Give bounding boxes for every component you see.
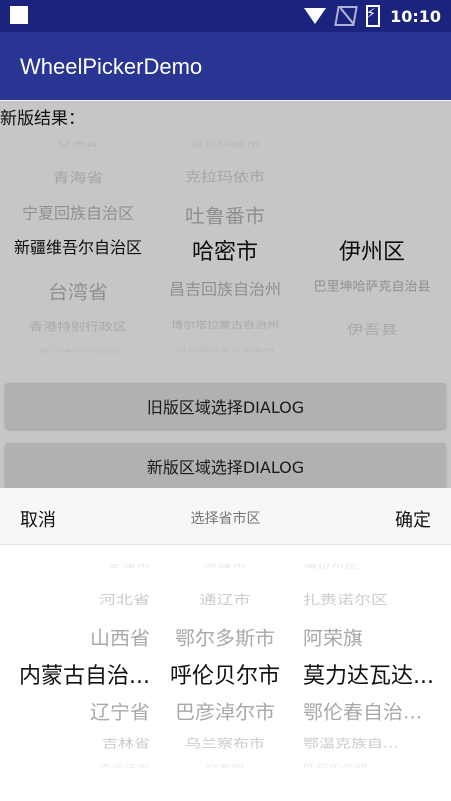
wheel-item[interactable]: 山西省: [4, 623, 150, 651]
new-region-picker[interactable]: 天津市河北省山西省内蒙古自治... 辽宁省吉林省黑龙江省 赤峰市通辽市鄂尔多斯市呼…: [0, 564, 451, 769]
wheel-item[interactable]: 天津市: [4, 563, 150, 570]
no-signal-icon: [334, 6, 358, 26]
wheel-item[interactable]: 陈巴尔虎旗: [303, 762, 449, 769]
app-title: WheelPickerDemo: [20, 54, 203, 79]
wheel-item[interactable]: 赤峰市: [160, 563, 290, 570]
wheel-item[interactable]: 黑龙江省: [4, 762, 150, 769]
new-district-wheel[interactable]: 海拉尔区扎赉诺尔区阿荣旗莫力达瓦达... 鄂伦春自治... 鄂温克族自... 陈巴尔虎…: [303, 564, 449, 769]
status-icons: 10:10: [304, 5, 441, 27]
wheel-item[interactable]: 扎赉诺尔区: [303, 589, 449, 608]
confirm-button[interactable]: 确定: [395, 506, 431, 532]
dialog-title: 选择省市区: [190, 511, 261, 527]
new-city-wheel[interactable]: 赤峰市通辽市鄂尔多斯市呼伦贝尔市巴彦淖尔市乌兰察布市兴安盟: [160, 564, 290, 769]
wheel-item[interactable]: 通辽市: [160, 589, 290, 608]
wheel-item[interactable]: 巴彦淖尔市: [160, 697, 290, 725]
status-bar: 10:10: [0, 0, 451, 32]
status-time: 10:10: [390, 6, 441, 26]
dialog-header: 取消 选择省市区 确定: [0, 488, 451, 545]
wheel-item[interactable]: 吉林省: [4, 733, 150, 751]
wheel-item[interactable]: 内蒙古自治...: [4, 658, 150, 690]
wheel-item[interactable]: 鄂伦春自治...: [303, 697, 449, 725]
wheel-item[interactable]: 鄂温克族自...: [303, 733, 449, 751]
notification-icon: [10, 6, 28, 24]
wheel-item[interactable]: 呼伦贝尔市: [160, 658, 290, 690]
new-province-wheel[interactable]: 天津市河北省山西省内蒙古自治... 辽宁省吉林省黑龙江省: [4, 564, 150, 769]
wheel-item[interactable]: 河北省: [4, 589, 150, 608]
wheel-item[interactable]: 莫力达瓦达...: [303, 658, 449, 690]
wheel-item[interactable]: 乌兰察布市: [160, 733, 290, 751]
wheel-item[interactable]: 鄂尔多斯市: [160, 623, 290, 651]
wheel-item[interactable]: 海拉尔区: [303, 563, 449, 570]
wheel-item[interactable]: 兴安盟: [160, 762, 290, 769]
app-bar: WheelPickerDemo: [0, 32, 451, 100]
wifi-icon: [304, 8, 327, 24]
region-dialog: 取消 选择省市区 确定 天津市河北省山西省内蒙古自治... 辽宁省吉林省黑龙江省 …: [0, 488, 451, 801]
wheel-item[interactable]: 辽宁省: [4, 697, 150, 725]
wheel-item[interactable]: 阿荣旗: [303, 623, 449, 651]
battery-charging-icon: [366, 5, 381, 27]
